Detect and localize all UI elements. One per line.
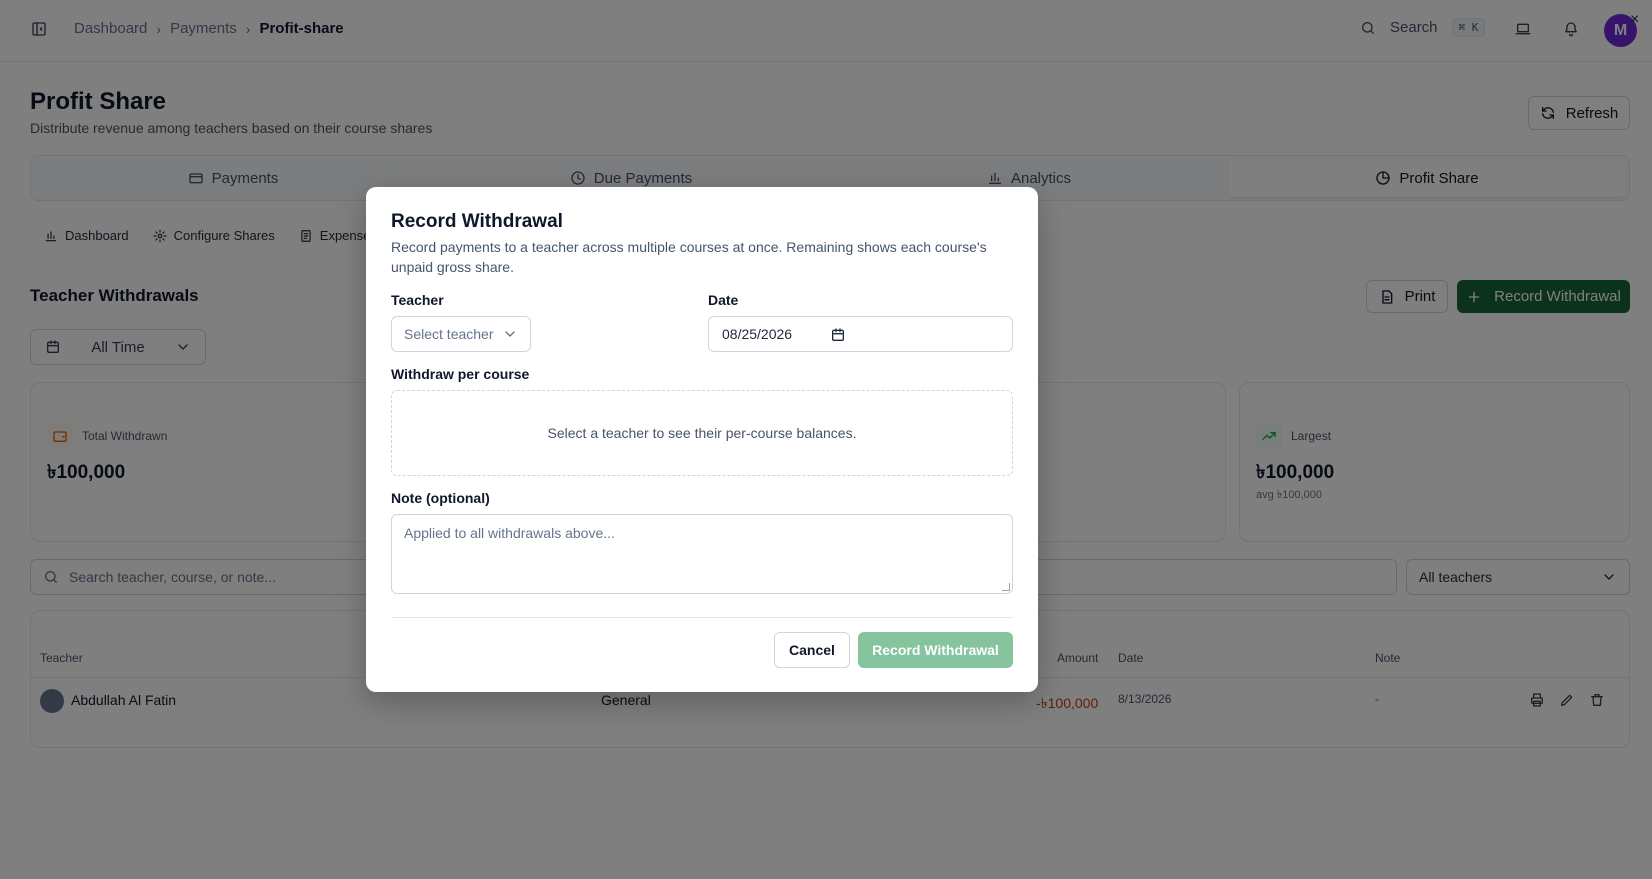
date-input[interactable]: 08/25/2026 (708, 316, 1013, 352)
record-withdrawal-dialog: Record Withdrawal Record payments to a t… (366, 187, 1038, 692)
cancel-label: Cancel (789, 642, 835, 658)
chevron-down-icon (505, 331, 515, 337)
submit-label: Record Withdrawal (872, 642, 999, 658)
note-textarea[interactable]: Applied to all withdrawals above... (391, 514, 1013, 594)
dialog-divider (391, 617, 1013, 618)
course-label: Withdraw per course (391, 366, 530, 382)
teacher-select[interactable]: Select teacher (391, 316, 531, 352)
note-placeholder: Applied to all withdrawals above... (404, 525, 615, 541)
resize-handle-icon[interactable] (1002, 583, 1010, 591)
cancel-button[interactable]: Cancel (774, 632, 850, 668)
date-label: Date (708, 292, 739, 308)
date-value: 08/25/2026 (722, 326, 793, 342)
note-label: Note (optional) (391, 490, 490, 506)
dialog-description: Record payments to a teacher across mult… (391, 239, 987, 275)
empty-state-text: Select a teacher to see their per-course… (547, 425, 857, 441)
calendar-icon[interactable] (830, 327, 846, 343)
submit-withdrawal-button[interactable]: Record Withdrawal (858, 632, 1013, 668)
per-course-balances: Select a teacher to see their per-course… (391, 390, 1013, 476)
teacher-label: Teacher (391, 292, 444, 308)
teacher-placeholder: Select teacher (404, 326, 494, 342)
dialog-title: Record Withdrawal (391, 211, 563, 232)
